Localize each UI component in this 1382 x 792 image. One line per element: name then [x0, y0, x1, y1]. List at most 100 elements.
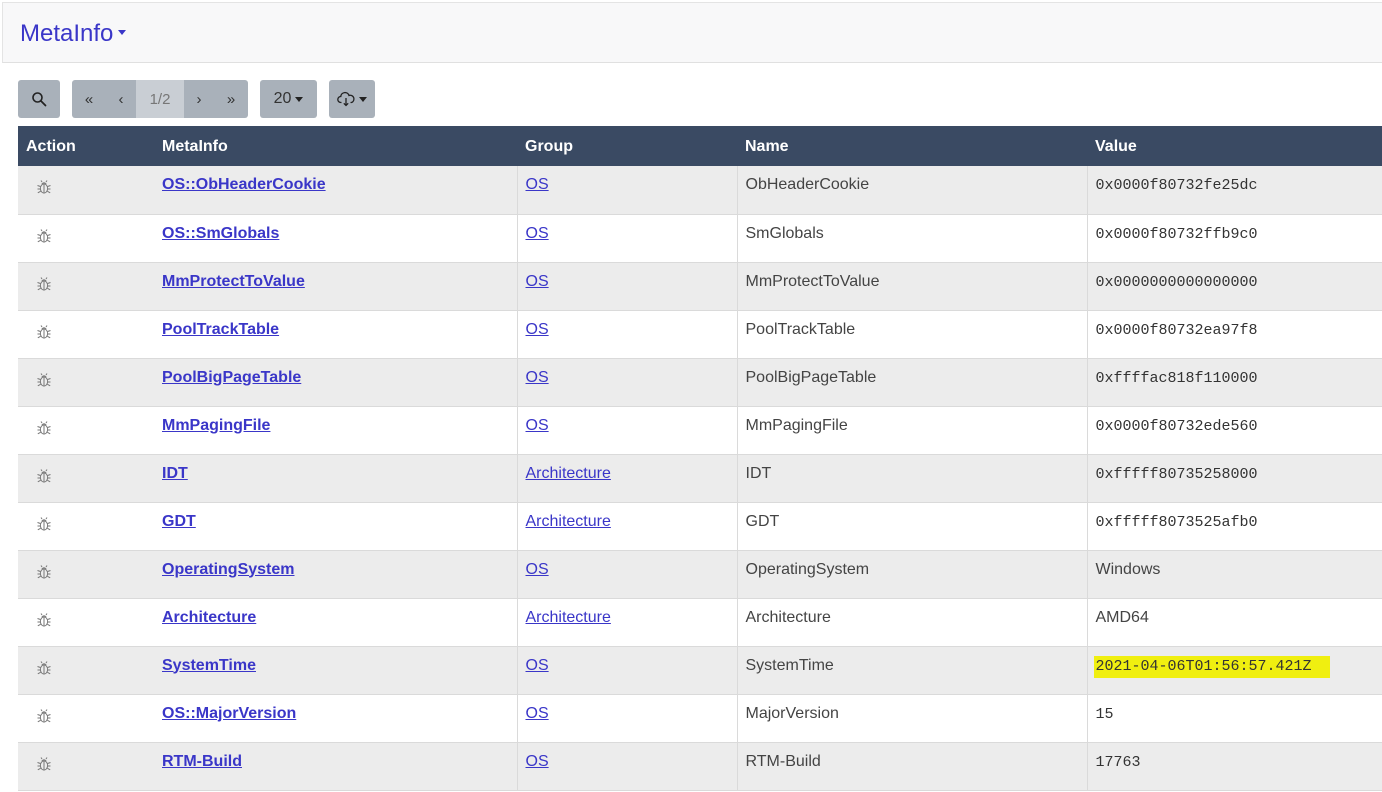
metainfo-link[interactable]: IDT	[162, 465, 188, 482]
action-cell	[18, 262, 154, 311]
metainfo-link[interactable]: MmProtectToValue	[162, 273, 305, 290]
prev-page-button[interactable]: ‹	[106, 80, 136, 118]
name-cell: OperatingSystem	[736, 550, 1087, 599]
next-page-button[interactable]: ›	[184, 80, 214, 118]
table-row: RTM-Build OS RTM-Build 17763	[18, 742, 1382, 791]
metainfo-link[interactable]: Architecture	[162, 609, 256, 626]
action-cell	[18, 358, 154, 407]
value-text: 0xfffff8073525afb0	[1095, 513, 1258, 531]
bug-icon[interactable]	[35, 419, 53, 437]
column-header-group[interactable]: Group	[517, 126, 737, 166]
value-cell: AMD64	[1086, 598, 1382, 647]
bug-icon[interactable]	[35, 707, 53, 725]
group-link[interactable]: OS	[526, 176, 549, 193]
cloud-download-icon	[337, 91, 355, 107]
metainfo-link[interactable]: RTM-Build	[162, 753, 242, 770]
action-cell	[18, 598, 154, 647]
last-page-button[interactable]: »	[214, 80, 248, 118]
group-link[interactable]: OS	[526, 561, 549, 578]
name-cell: SmGlobals	[736, 214, 1087, 263]
group-link[interactable]: OS	[526, 273, 549, 290]
column-header-action[interactable]: Action	[18, 126, 154, 166]
first-page-button[interactable]: «	[72, 80, 106, 118]
value-cell: 0x0000f80732ede560	[1086, 406, 1382, 455]
table-row: PoolBigPageTable OS PoolBigPageTable 0xffff…	[18, 358, 1382, 407]
bug-icon[interactable]	[35, 371, 53, 389]
column-header-value[interactable]: Value	[1087, 126, 1382, 166]
page-size-dropdown[interactable]: 20	[260, 80, 317, 118]
action-cell	[18, 166, 154, 215]
metainfo-dropdown[interactable]: MetaInfo	[20, 20, 127, 48]
value-text: 15	[1095, 705, 1114, 723]
group-link[interactable]: Architecture	[526, 513, 611, 530]
metainfo-link[interactable]: GDT	[162, 513, 196, 530]
group-link[interactable]: OS	[526, 657, 549, 674]
group-link[interactable]: OS	[526, 417, 549, 434]
value-text: 2021-04-06T01:56:57.421Z	[1093, 655, 1330, 678]
metainfo-link[interactable]: OperatingSystem	[162, 561, 294, 578]
group-link[interactable]: OS	[526, 369, 549, 386]
column-header-metainfo[interactable]: MetaInfo	[154, 126, 517, 166]
group-cell: OS	[516, 358, 737, 407]
group-cell: Architecture	[516, 454, 737, 503]
group-cell: OS	[516, 310, 737, 359]
bug-icon[interactable]	[35, 755, 53, 773]
value-cell: 2021-04-06T01:56:57.421Z	[1086, 646, 1382, 695]
table-row: MmPagingFile OS MmPagingFile 0x0000f80732ed…	[18, 406, 1382, 455]
metainfo-cell: PoolBigPageTable	[154, 358, 517, 407]
metainfo-link[interactable]: SystemTime	[162, 657, 256, 674]
download-dropdown[interactable]	[329, 80, 375, 118]
metainfo-link[interactable]: OS::ObHeaderCookie	[162, 176, 326, 193]
metainfo-cell: SystemTime	[154, 646, 517, 695]
value-cell: 0x0000f80732ffb9c0	[1086, 214, 1382, 263]
value-text: AMD64	[1095, 608, 1149, 626]
bug-icon[interactable]	[35, 227, 53, 245]
bug-icon[interactable]	[35, 611, 53, 629]
group-cell: OS	[516, 406, 737, 455]
metainfo-cell: RTM-Build	[154, 742, 517, 791]
current-page-indicator: 1/2	[136, 80, 184, 118]
group-link[interactable]: OS	[526, 321, 549, 338]
bug-icon[interactable]	[35, 467, 53, 485]
search-button[interactable]	[18, 80, 60, 118]
metainfo-cell: GDT	[154, 502, 517, 551]
metainfo-link[interactable]: PoolBigPageTable	[162, 369, 301, 386]
metainfo-table: Action MetaInfo Group Name Value OS::ObH…	[18, 126, 1382, 791]
table-row: PoolTrackTable OS PoolTrackTable 0x0000f807…	[18, 310, 1382, 359]
metainfo-link[interactable]: MmPagingFile	[162, 417, 270, 434]
metainfo-cell: OS::ObHeaderCookie	[154, 166, 517, 215]
metainfo-link[interactable]: PoolTrackTable	[162, 321, 279, 338]
column-header-name[interactable]: Name	[737, 126, 1087, 166]
bug-icon[interactable]	[35, 659, 53, 677]
group-link[interactable]: Architecture	[526, 465, 611, 482]
bug-icon[interactable]	[35, 563, 53, 581]
metainfo-cell: MmProtectToValue	[154, 262, 517, 311]
name-cell: MmPagingFile	[736, 406, 1087, 455]
group-link[interactable]: OS	[526, 225, 549, 242]
table-row: OS::SmGlobals OS SmGlobals 0x0000f80732ffb9…	[18, 214, 1382, 263]
metainfo-link[interactable]: OS::MajorVersion	[162, 705, 296, 722]
group-link[interactable]: Architecture	[526, 609, 611, 626]
metainfo-link[interactable]: OS::SmGlobals	[162, 225, 279, 242]
caret-down-icon	[295, 96, 304, 102]
name-cell: GDT	[736, 502, 1087, 551]
group-link[interactable]: OS	[526, 753, 549, 770]
bug-icon[interactable]	[35, 323, 53, 341]
bug-icon[interactable]	[35, 178, 53, 196]
action-cell	[18, 310, 154, 359]
value-cell: 17763	[1086, 742, 1382, 791]
name-cell: IDT	[736, 454, 1087, 503]
name-cell: Architecture	[736, 598, 1087, 647]
caret-down-icon	[118, 30, 127, 36]
table-row: OS::ObHeaderCookie OS ObHeaderCookie 0x0000…	[18, 166, 1382, 215]
metainfo-cell: MmPagingFile	[154, 406, 517, 455]
group-cell: OS	[516, 166, 737, 215]
search-icon	[32, 92, 47, 107]
table-row: Architecture Architecture Architecture AMD6…	[18, 598, 1382, 647]
bug-icon[interactable]	[35, 515, 53, 533]
bug-icon[interactable]	[35, 275, 53, 293]
group-cell: OS	[516, 262, 737, 311]
value-text: 0xfffff80735258000	[1095, 465, 1258, 483]
page-size-value: 20	[273, 90, 292, 107]
group-link[interactable]: OS	[526, 705, 549, 722]
